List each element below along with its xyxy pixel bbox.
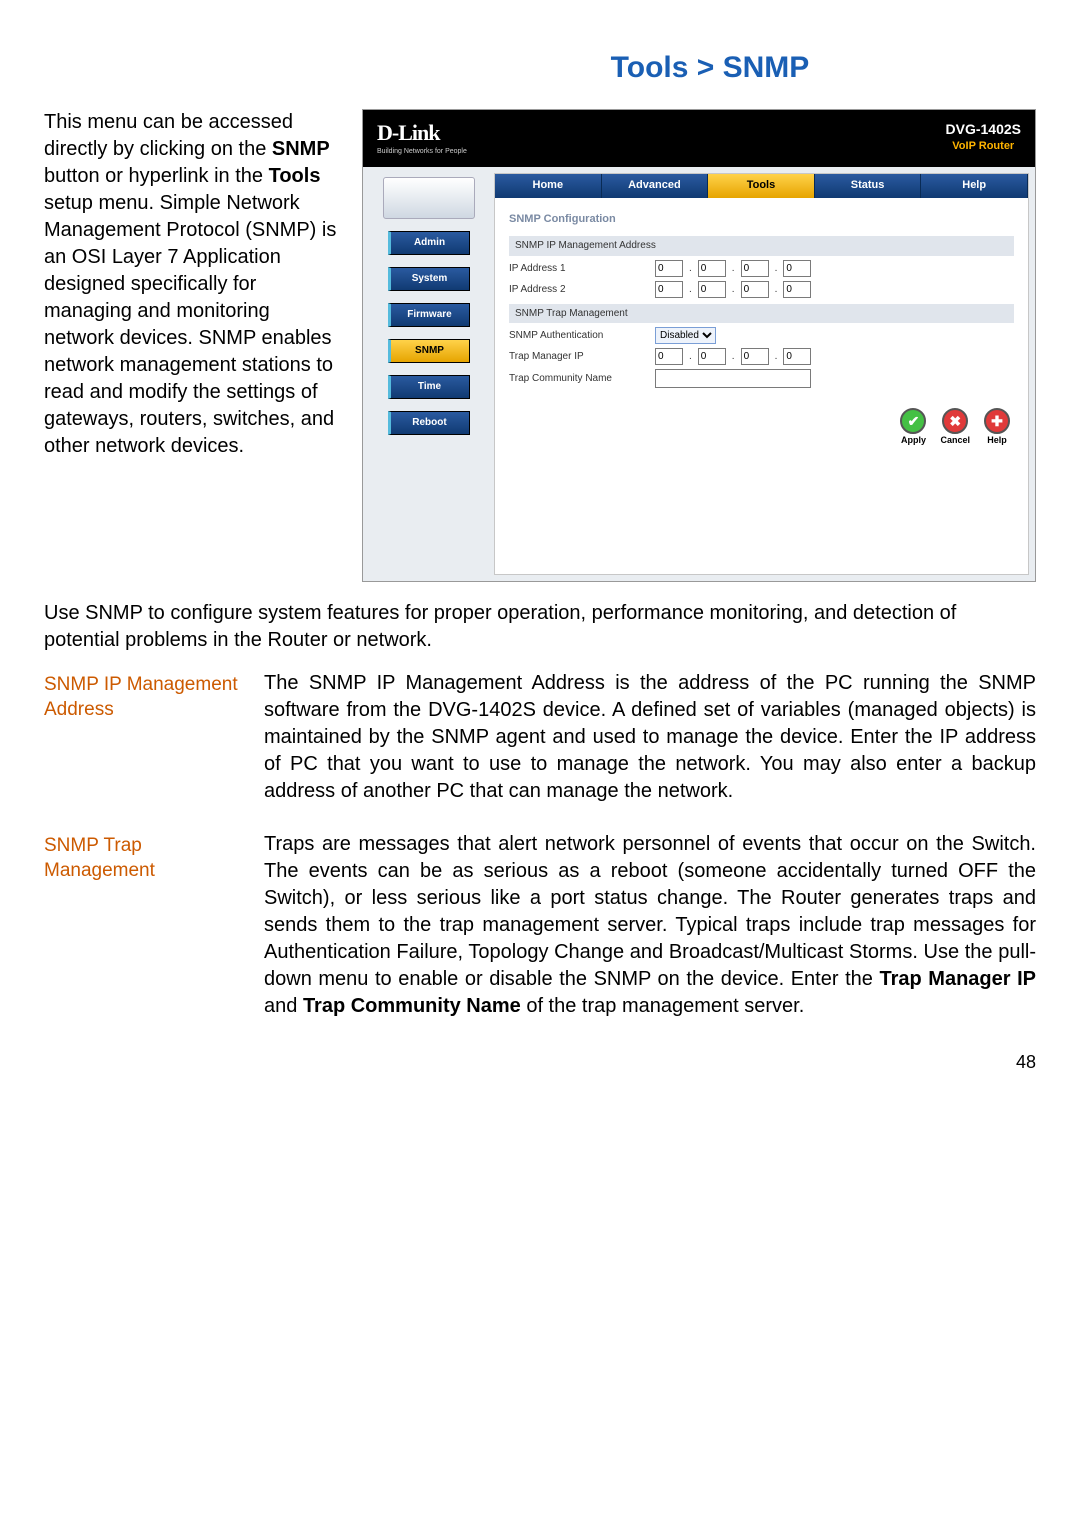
sidebar-btn-admin[interactable]: Admin xyxy=(388,231,470,255)
auth-select[interactable]: Disabled xyxy=(655,327,716,344)
def-body-snmp-ip: The SNMP IP Management Address is the ad… xyxy=(264,670,1036,805)
check-icon: ✔ xyxy=(900,408,926,434)
ip2-oct1[interactable] xyxy=(655,281,683,298)
auth-label: SNMP Authentication xyxy=(509,329,649,343)
tab-home[interactable]: Home xyxy=(495,174,602,198)
trapip-oct1[interactable] xyxy=(655,348,683,365)
sidebar-btn-time[interactable]: Time xyxy=(388,375,470,399)
def-body-snmp-trap: Traps are messages that alert network pe… xyxy=(264,831,1036,1020)
intro-paragraph: This menu can be accessed directly by cl… xyxy=(44,109,344,460)
ip1-oct4[interactable] xyxy=(783,260,811,277)
def-term-snmp-ip: SNMP IP Management Address xyxy=(44,670,254,723)
ip1-label: IP Address 1 xyxy=(509,262,649,276)
ip1-oct3[interactable] xyxy=(741,260,769,277)
def-term-snmp-trap: SNMP Trap Management xyxy=(44,831,254,884)
tab-advanced[interactable]: Advanced xyxy=(602,174,709,198)
help-button[interactable]: ✚ Help xyxy=(984,408,1010,446)
device-illustration xyxy=(383,177,475,219)
cancel-button[interactable]: ✖ Cancel xyxy=(940,408,970,446)
dlink-logo: D-Link Building Networks for People xyxy=(377,118,467,157)
subhead-trap-mgmt: SNMP Trap Management xyxy=(509,304,1014,324)
trapip-oct4[interactable] xyxy=(783,348,811,365)
x-icon: ✖ xyxy=(942,408,968,434)
tab-tools[interactable]: Tools xyxy=(708,174,815,198)
trap-name-label: Trap Community Name xyxy=(509,372,649,386)
trap-name-input[interactable] xyxy=(655,369,811,388)
sidebar-btn-snmp[interactable]: SNMP xyxy=(388,339,470,363)
sidebar-btn-firmware[interactable]: Firmware xyxy=(388,303,470,327)
sidebar-btn-reboot[interactable]: Reboot xyxy=(388,411,470,435)
tab-help[interactable]: Help xyxy=(921,174,1028,198)
ip2-oct4[interactable] xyxy=(783,281,811,298)
model-label: DVG-1402S VoIP Router xyxy=(946,120,1021,154)
trapip-oct3[interactable] xyxy=(741,348,769,365)
page-title: Tools > SNMP xyxy=(384,48,1036,89)
apply-button[interactable]: ✔ Apply xyxy=(900,408,926,446)
sidebar-btn-system[interactable]: System xyxy=(388,267,470,291)
subhead-ip-mgmt: SNMP IP Management Address xyxy=(509,236,1014,256)
router-screenshot: D-Link Building Networks for People DVG-… xyxy=(362,109,1036,582)
page-number: 48 xyxy=(44,1050,1036,1074)
section-title: SNMP Configuration xyxy=(509,212,1014,227)
ip2-label: IP Address 2 xyxy=(509,283,649,297)
tab-status[interactable]: Status xyxy=(815,174,922,198)
trapip-oct2[interactable] xyxy=(698,348,726,365)
ip2-oct2[interactable] xyxy=(698,281,726,298)
plus-icon: ✚ xyxy=(984,408,1010,434)
ip1-oct1[interactable] xyxy=(655,260,683,277)
ip1-oct2[interactable] xyxy=(698,260,726,277)
ip2-oct3[interactable] xyxy=(741,281,769,298)
mid-paragraph: Use SNMP to configure system features fo… xyxy=(44,600,1036,654)
trap-ip-label: Trap Manager IP xyxy=(509,350,649,364)
